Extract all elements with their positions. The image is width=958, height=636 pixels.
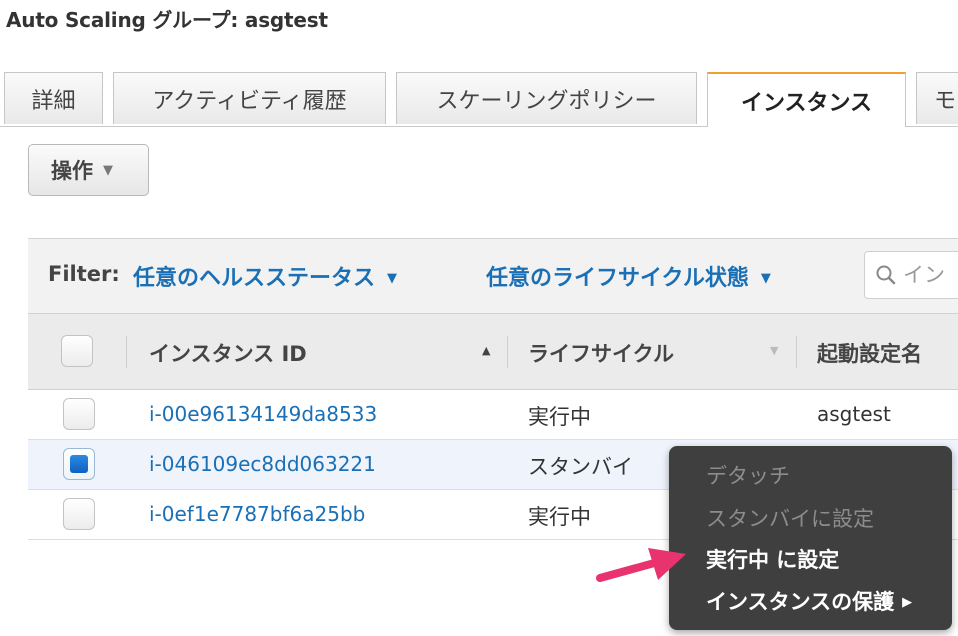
lifecycle-cell: 実行中 [528, 505, 591, 529]
menu-item-detach[interactable]: デタッチ [706, 460, 790, 490]
column-divider [126, 336, 127, 368]
table-row[interactable]: i-00e96134149da8533 実行中 asgtest [28, 390, 958, 440]
tab-activity-history[interactable]: アクティビティ履歴 [113, 72, 386, 124]
actions-button-label: 操作 [51, 159, 93, 183]
context-menu: デタッチ スタンバイに設定 実行中 に設定 インスタンスの保護 ▶ [669, 446, 952, 630]
search-icon [876, 265, 896, 285]
menu-item-set-standby[interactable]: スタンバイに設定 [706, 503, 874, 533]
tab-details[interactable]: 詳細 [4, 72, 103, 124]
menu-item-instance-protection[interactable]: インスタンスの保護 ▶ [706, 586, 912, 616]
lifecycle-cell: スタンバイ [528, 455, 633, 479]
page-title: Auto Scaling グループ: asgtest [6, 8, 328, 32]
instance-id-link[interactable]: i-0ef1e7787bf6a25bb [149, 502, 365, 526]
sort-descending-icon[interactable]: ▼ [770, 344, 778, 357]
search-input[interactable] [903, 263, 958, 287]
lifecycle-state-filter-label: 任意のライフサイクル状態 [486, 266, 749, 291]
chevron-down-icon: ▼ [760, 271, 771, 286]
chevron-right-icon: ▶ [902, 595, 913, 610]
health-status-filter-dropdown[interactable]: 任意のヘルスステータス ▼ [133, 260, 397, 292]
instance-id-link[interactable]: i-00e96134149da8533 [149, 402, 377, 426]
menu-item-set-in-service[interactable]: 実行中 に設定 [706, 544, 839, 574]
sort-ascending-icon[interactable]: ▲ [482, 344, 490, 357]
column-header-instance-id[interactable]: インスタンス ID [149, 338, 307, 368]
health-status-filter-label: 任意のヘルスステータス [133, 266, 376, 291]
chevron-down-icon: ▼ [103, 162, 113, 178]
row-checkbox[interactable] [63, 398, 95, 430]
filter-label: Filter: [48, 262, 120, 286]
tab-bar: 詳細 アクティビティ履歴 スケーリングポリシー インスタンス モ [0, 72, 958, 127]
menu-item-instance-protection-label: インスタンスの保護 [706, 590, 895, 614]
select-all-checkbox[interactable] [61, 335, 93, 367]
tab-scaling-policies[interactable]: スケーリングポリシー [396, 72, 697, 124]
filter-bar: Filter: 任意のヘルスステータス ▼ 任意のライフサイクル状態 ▼ [28, 238, 958, 314]
column-divider [507, 336, 508, 368]
instance-id-link[interactable]: i-046109ec8dd063221 [149, 452, 376, 476]
actions-button[interactable]: 操作 ▼ [28, 144, 149, 196]
column-divider [796, 336, 797, 368]
row-checkbox[interactable] [63, 498, 95, 530]
tab-monitoring[interactable]: モ [916, 72, 958, 124]
search-box[interactable] [864, 251, 958, 299]
lifecycle-cell: 実行中 [528, 405, 591, 429]
tab-instances[interactable]: インスタンス [707, 72, 906, 127]
chevron-down-icon: ▼ [387, 271, 398, 286]
table-header: インスタンス ID ▲ ライフサイクル ▼ 起動設定名 [28, 314, 958, 390]
column-header-launch-config[interactable]: 起動設定名 [817, 338, 922, 368]
column-header-lifecycle[interactable]: ライフサイクル [528, 338, 674, 368]
lifecycle-state-filter-dropdown[interactable]: 任意のライフサイクル状態 ▼ [486, 260, 771, 292]
row-checkbox[interactable] [63, 448, 95, 480]
launch-config-cell: asgtest [817, 402, 891, 426]
pointer-arrow-icon [596, 548, 686, 582]
